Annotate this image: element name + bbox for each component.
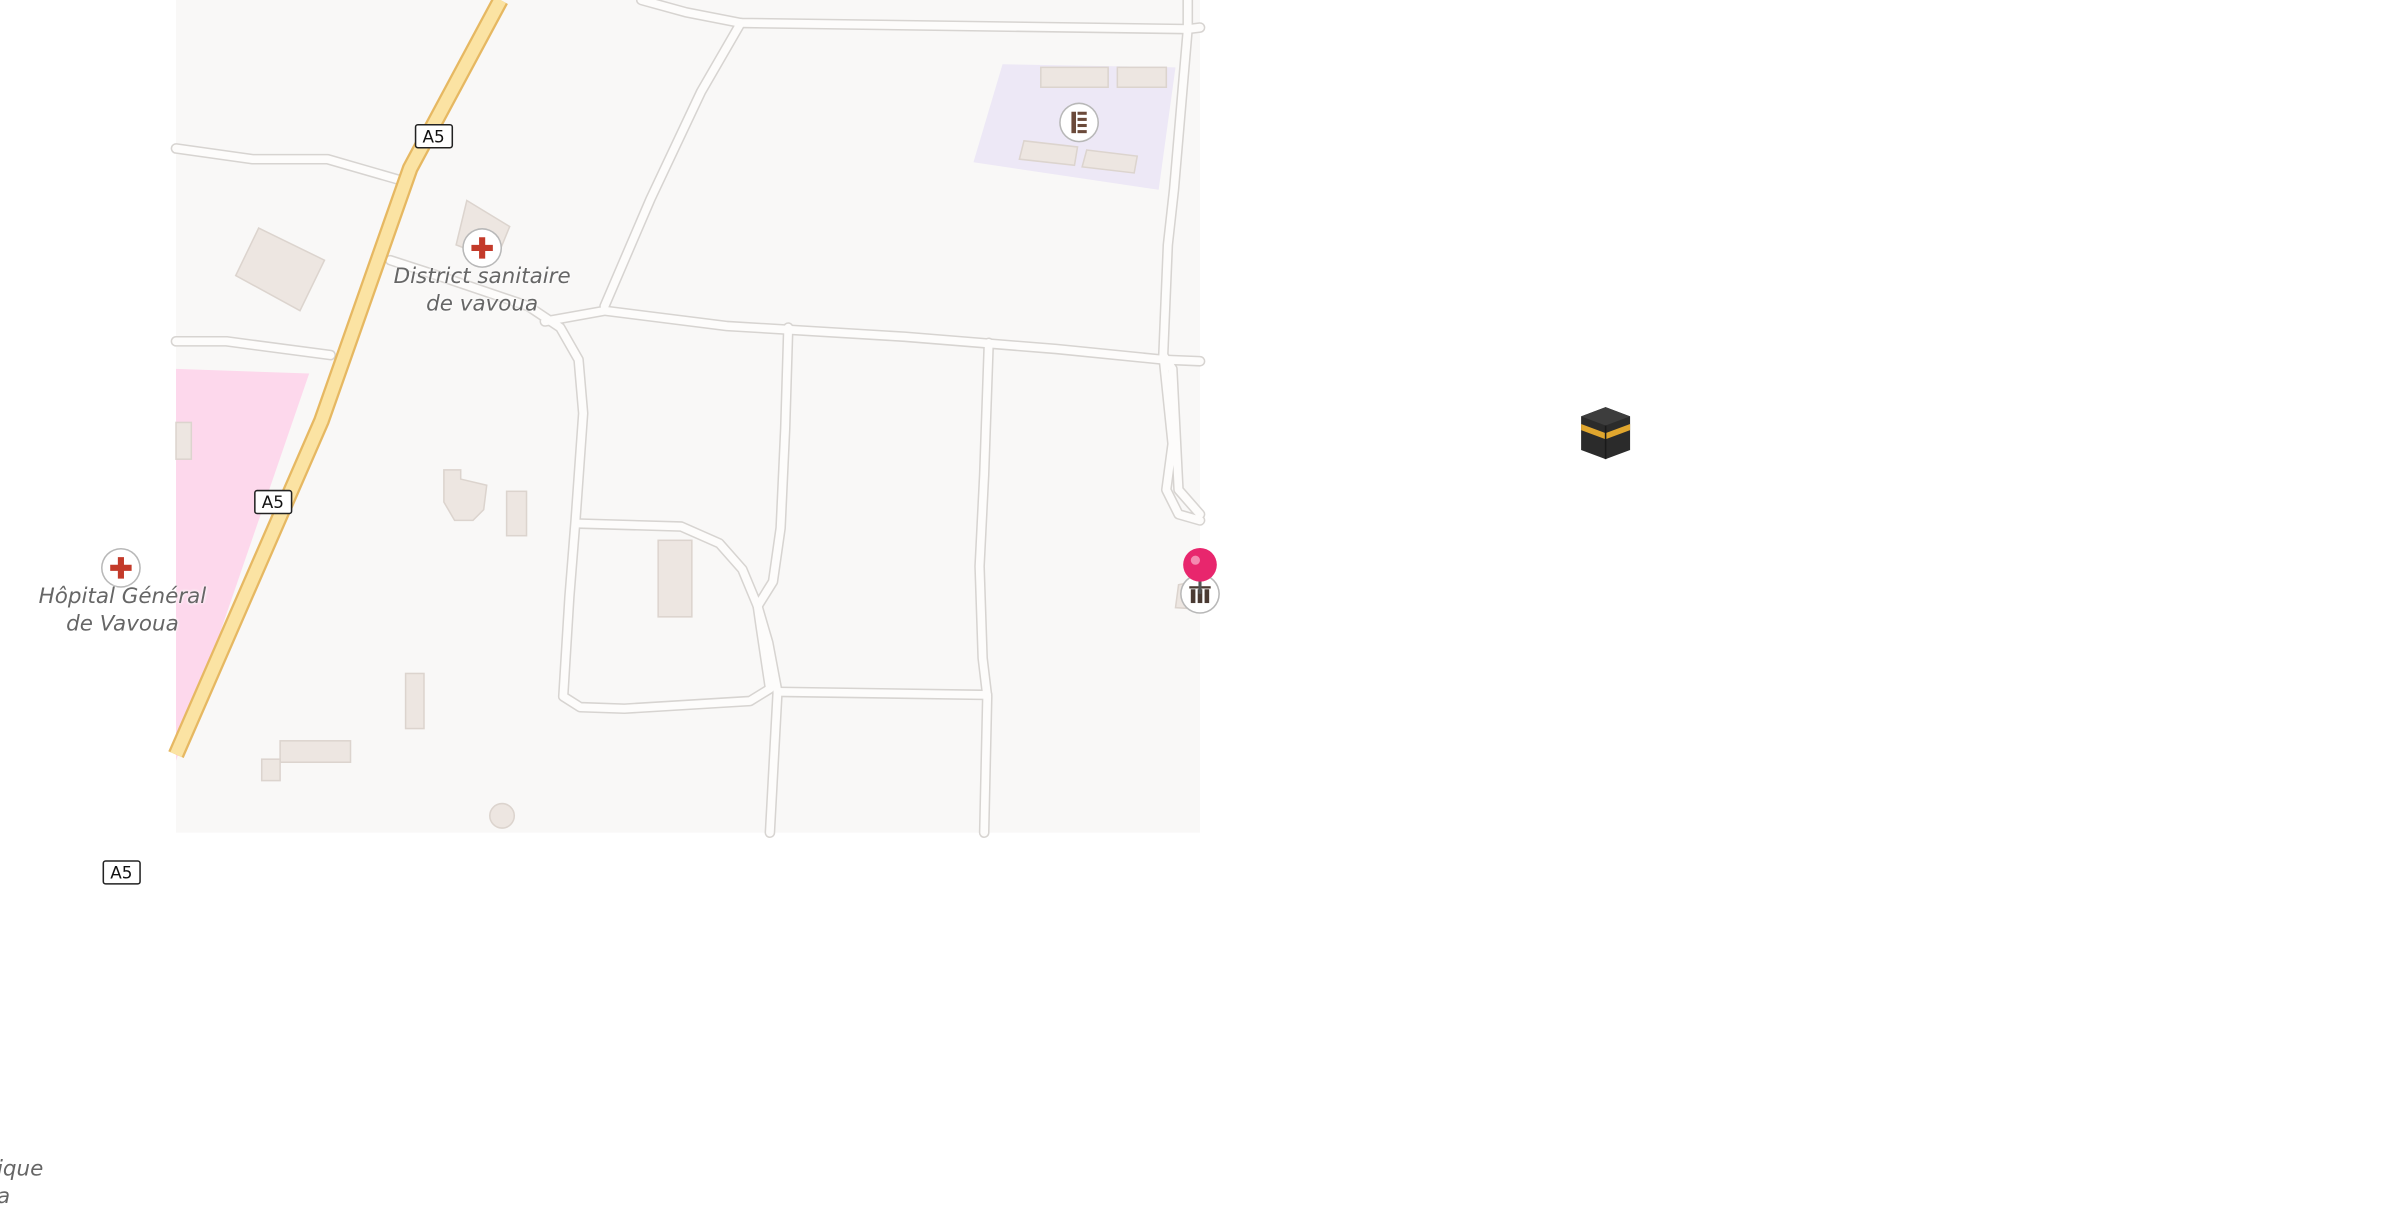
location-pin-icon[interactable] xyxy=(1180,546,1220,595)
hospital-poi[interactable] xyxy=(463,229,501,267)
building xyxy=(175,421,193,460)
building xyxy=(279,740,352,764)
place-label-line: de Vavoua xyxy=(66,612,179,637)
hospital-cross-icon xyxy=(471,237,493,259)
road-shield-a5: A5 xyxy=(102,860,141,885)
building xyxy=(404,672,425,730)
place-label-cutoff: ique a xyxy=(0,1156,43,1211)
map-canvas[interactable]: A5 A5 A5 District sanitaire de vavoua Hô… xyxy=(0,0,2400,1209)
place-label-line: a xyxy=(0,1183,43,1211)
building xyxy=(505,490,528,537)
road-shield-a5: A5 xyxy=(254,489,292,515)
place-label-district-sanitaire: District sanitaire de vavoua xyxy=(386,263,579,318)
building xyxy=(1116,66,1168,89)
hospital-cross-icon xyxy=(110,557,132,579)
building xyxy=(489,802,516,829)
place-label-hopital-general: Hôpital Général de Vavoua xyxy=(28,583,218,638)
place-label-line: de vavoua xyxy=(426,292,539,317)
road-shield-a5: A5 xyxy=(414,123,453,149)
school-poi[interactable] xyxy=(1060,104,1098,141)
kaaba-icon[interactable] xyxy=(1578,404,1633,462)
place-label-line: ique xyxy=(0,1157,44,1182)
school-icon xyxy=(1071,111,1087,134)
building xyxy=(260,758,281,782)
place-label-line: District sanitaire xyxy=(393,264,571,290)
place-label-line: Hôpital Général xyxy=(38,584,207,610)
hospital-poi[interactable] xyxy=(102,549,140,587)
building xyxy=(1040,66,1109,89)
building xyxy=(657,539,693,618)
